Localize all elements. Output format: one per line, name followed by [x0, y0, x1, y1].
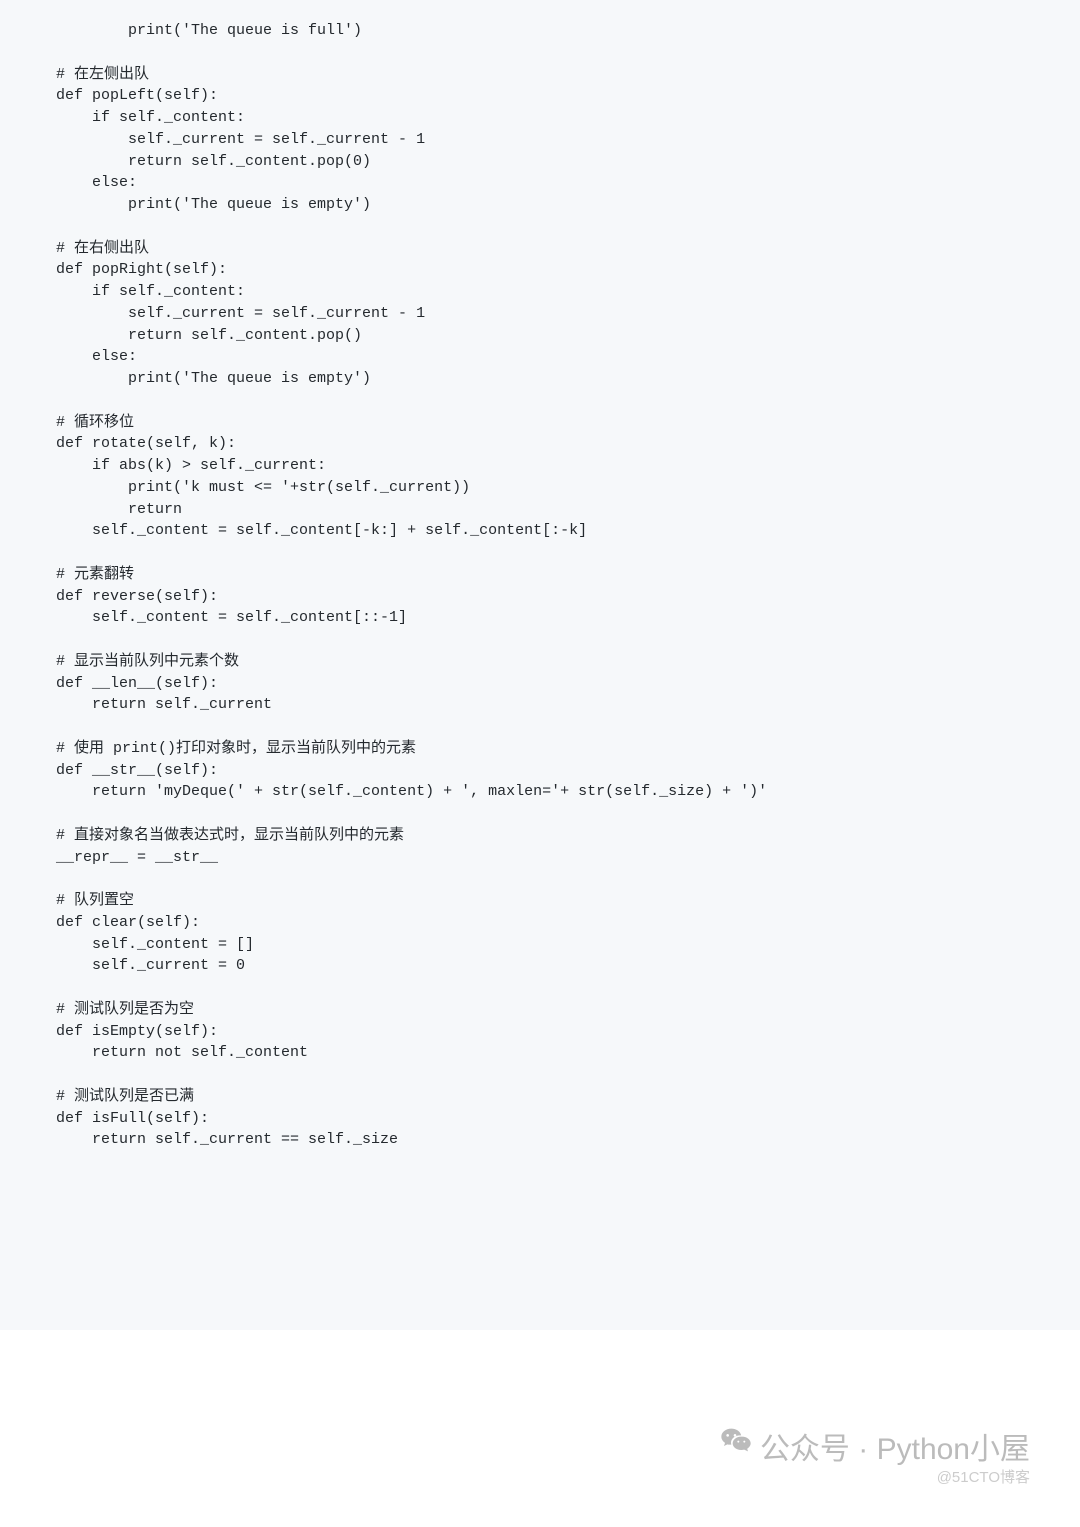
watermark-line2: @51CTO博客	[720, 1466, 1030, 1487]
below-space: 公众号 · Python小屋 @51CTO博客	[0, 1330, 1080, 1527]
code-block: print('The queue is full') # 在左侧出队 def p…	[0, 0, 1080, 1330]
watermark-text1: 公众号 · Python小屋	[760, 1424, 1030, 1468]
wechat-icon	[720, 1426, 752, 1466]
watermark: 公众号 · Python小屋 @51CTO博客	[720, 1424, 1030, 1487]
watermark-line1: 公众号 · Python小屋	[720, 1424, 1030, 1468]
code-content: print('The queue is full') # 在左侧出队 def p…	[20, 20, 1060, 1151]
